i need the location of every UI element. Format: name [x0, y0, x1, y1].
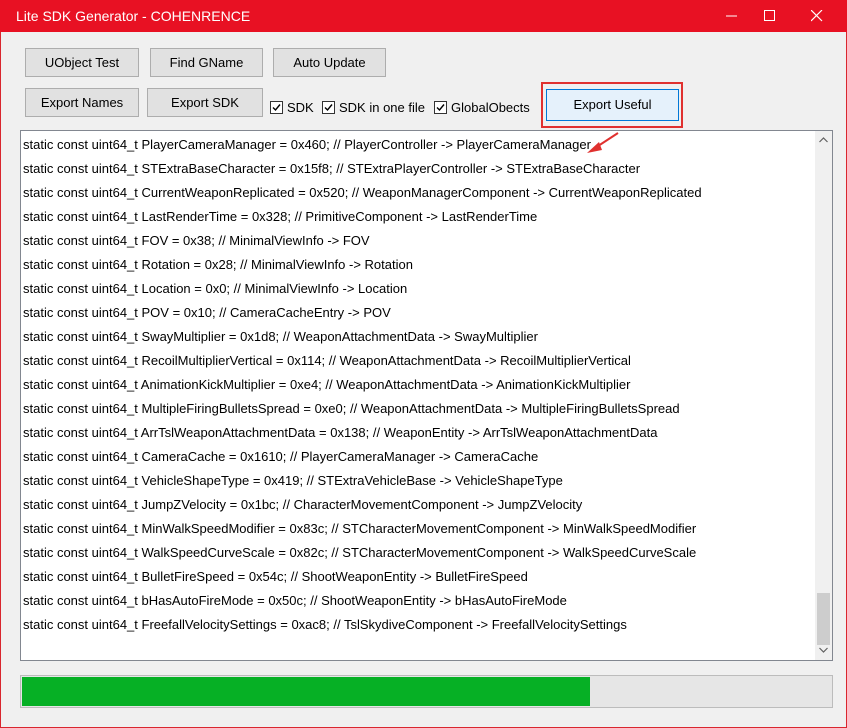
log-line: static const uint64_t PlayerCameraManage…: [23, 137, 591, 152]
title-bar[interactable]: Lite SDK Generator - COHENRENCE: [0, 0, 847, 32]
log-line: static const uint64_t JumpZVelocity = 0x…: [23, 497, 583, 512]
scroll-down-icon[interactable]: [819, 647, 828, 653]
log-line: static const uint64_t bHasAutoFireMode =…: [23, 593, 567, 608]
export-useful-button[interactable]: Export Useful: [546, 89, 679, 121]
log-line: static const uint64_t Rotation = 0x28; /…: [23, 257, 413, 272]
log-line: static const uint64_t RecoilMultiplierVe…: [23, 353, 631, 368]
export-sdk-button[interactable]: Export SDK: [147, 88, 263, 117]
log-line: static const uint64_t STExtraBaseCharact…: [23, 161, 641, 176]
log-line: static const uint64_t SwayMultiplier = 0…: [23, 329, 538, 344]
scroll-up-icon[interactable]: [819, 137, 828, 143]
close-button[interactable]: [794, 0, 840, 32]
log-line: static const uint64_t ArrTslWeaponAttach…: [23, 425, 658, 440]
checkmark-icon: [436, 104, 445, 112]
log-line: static const uint64_t FOV = 0x38; // Min…: [23, 233, 370, 248]
progress-bar-fill: [22, 677, 590, 706]
log-line: static const uint64_t POV = 0x10; // Cam…: [23, 305, 391, 320]
log-line: static const uint64_t Location = 0x0; //…: [23, 281, 408, 296]
log-lines: static const uint64_t PlayerCameraManage…: [23, 136, 813, 640]
log-line: static const uint64_t AnimationKickMulti…: [23, 377, 631, 392]
log-line: static const uint64_t LastRenderTime = 0…: [23, 209, 538, 224]
checkbox-box[interactable]: [322, 101, 335, 114]
progress-bar: [20, 675, 833, 708]
export-names-button[interactable]: Export Names: [25, 88, 139, 117]
log-line: static const uint64_t FreefallVelocitySe…: [23, 617, 627, 632]
uobject-test-button[interactable]: UObject Test: [25, 48, 139, 77]
log-line: static const uint64_t MultipleFiringBull…: [23, 401, 680, 416]
auto-update-button[interactable]: Auto Update: [273, 48, 386, 77]
global-objects-label: GlobalObects: [451, 100, 530, 115]
find-gname-button[interactable]: Find GName: [150, 48, 263, 77]
log-line: static const uint64_t MinWalkSpeedModifi…: [23, 521, 697, 536]
log-line: static const uint64_t VehicleShapeType =…: [23, 473, 563, 488]
scrollbar-thumb[interactable]: [817, 593, 830, 645]
vertical-scrollbar[interactable]: [815, 131, 832, 660]
sdk-checkbox-label: SDK: [287, 100, 314, 115]
checkbox-box[interactable]: [270, 101, 283, 114]
log-line: static const uint64_t CurrentWeaponRepli…: [23, 185, 702, 200]
maximize-icon: [764, 10, 775, 21]
output-log[interactable]: static const uint64_t PlayerCameraManage…: [20, 130, 833, 661]
close-icon: [811, 10, 823, 22]
minimize-icon: [726, 15, 737, 17]
maximize-button[interactable]: [747, 0, 793, 32]
arrow-pointer-icon: [587, 132, 619, 153]
window-title: Lite SDK Generator - COHENRENCE: [16, 8, 251, 24]
log-line: static const uint64_t WalkSpeedCurveScal…: [23, 545, 697, 560]
sdk-in-one-file-label: SDK in one file: [339, 100, 425, 115]
checkbox-box[interactable]: [434, 101, 447, 114]
log-line: static const uint64_t BulletFireSpeed = …: [23, 569, 528, 584]
log-line: static const uint64_t CameraCache = 0x16…: [23, 449, 539, 464]
checkmark-icon: [272, 104, 281, 112]
checkmark-icon: [324, 104, 333, 112]
